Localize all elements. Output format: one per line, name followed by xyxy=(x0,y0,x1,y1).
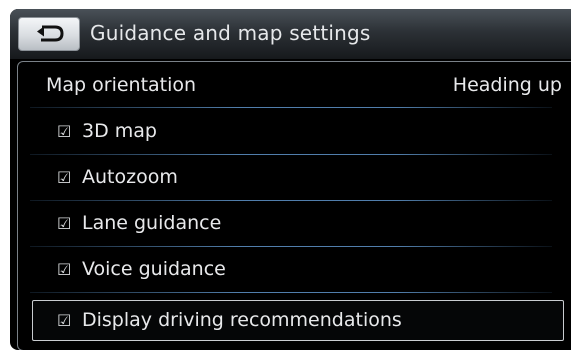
3d-map-label: 3D map xyxy=(82,120,157,142)
page-title: Guidance and map settings xyxy=(90,21,371,45)
lane-guidance-row[interactable]: ☑ Lane guidance xyxy=(18,201,571,247)
checkbox-checked-icon[interactable]: ☑ xyxy=(57,122,71,141)
lane-guidance-label: Lane guidance xyxy=(82,212,222,234)
settings-list: Map orientation Heading up ☑ 3D map ☑ Au… xyxy=(17,61,571,350)
divider xyxy=(30,107,552,108)
map-orientation-row[interactable]: Map orientation Heading up xyxy=(18,62,571,108)
navigation-screen: Guidance and map settings Map orientatio… xyxy=(10,9,571,350)
display-driving-recommendations-row[interactable]: ☑ Display driving recommendations xyxy=(32,300,564,341)
autozoom-row[interactable]: ☑ Autozoom xyxy=(18,155,571,201)
checkbox-checked-icon[interactable]: ☑ xyxy=(57,168,71,187)
map-orientation-label: Map orientation xyxy=(46,74,197,96)
header-bar: Guidance and map settings xyxy=(10,9,571,59)
back-arrow-icon xyxy=(37,25,64,42)
back-button[interactable] xyxy=(18,17,80,51)
checkbox-checked-icon[interactable]: ☑ xyxy=(57,260,71,279)
checkbox-checked-icon[interactable]: ☑ xyxy=(57,311,71,330)
checkbox-checked-icon[interactable]: ☑ xyxy=(57,214,71,233)
display-driving-recommendations-label: Display driving recommendations xyxy=(82,309,402,331)
3d-map-row[interactable]: ☑ 3D map xyxy=(18,109,571,155)
voice-guidance-label: Voice guidance xyxy=(82,258,226,280)
divider xyxy=(30,292,552,293)
autozoom-label: Autozoom xyxy=(82,166,178,188)
voice-guidance-row[interactable]: ☑ Voice guidance xyxy=(18,247,571,293)
map-orientation-value: Heading up xyxy=(452,74,562,96)
